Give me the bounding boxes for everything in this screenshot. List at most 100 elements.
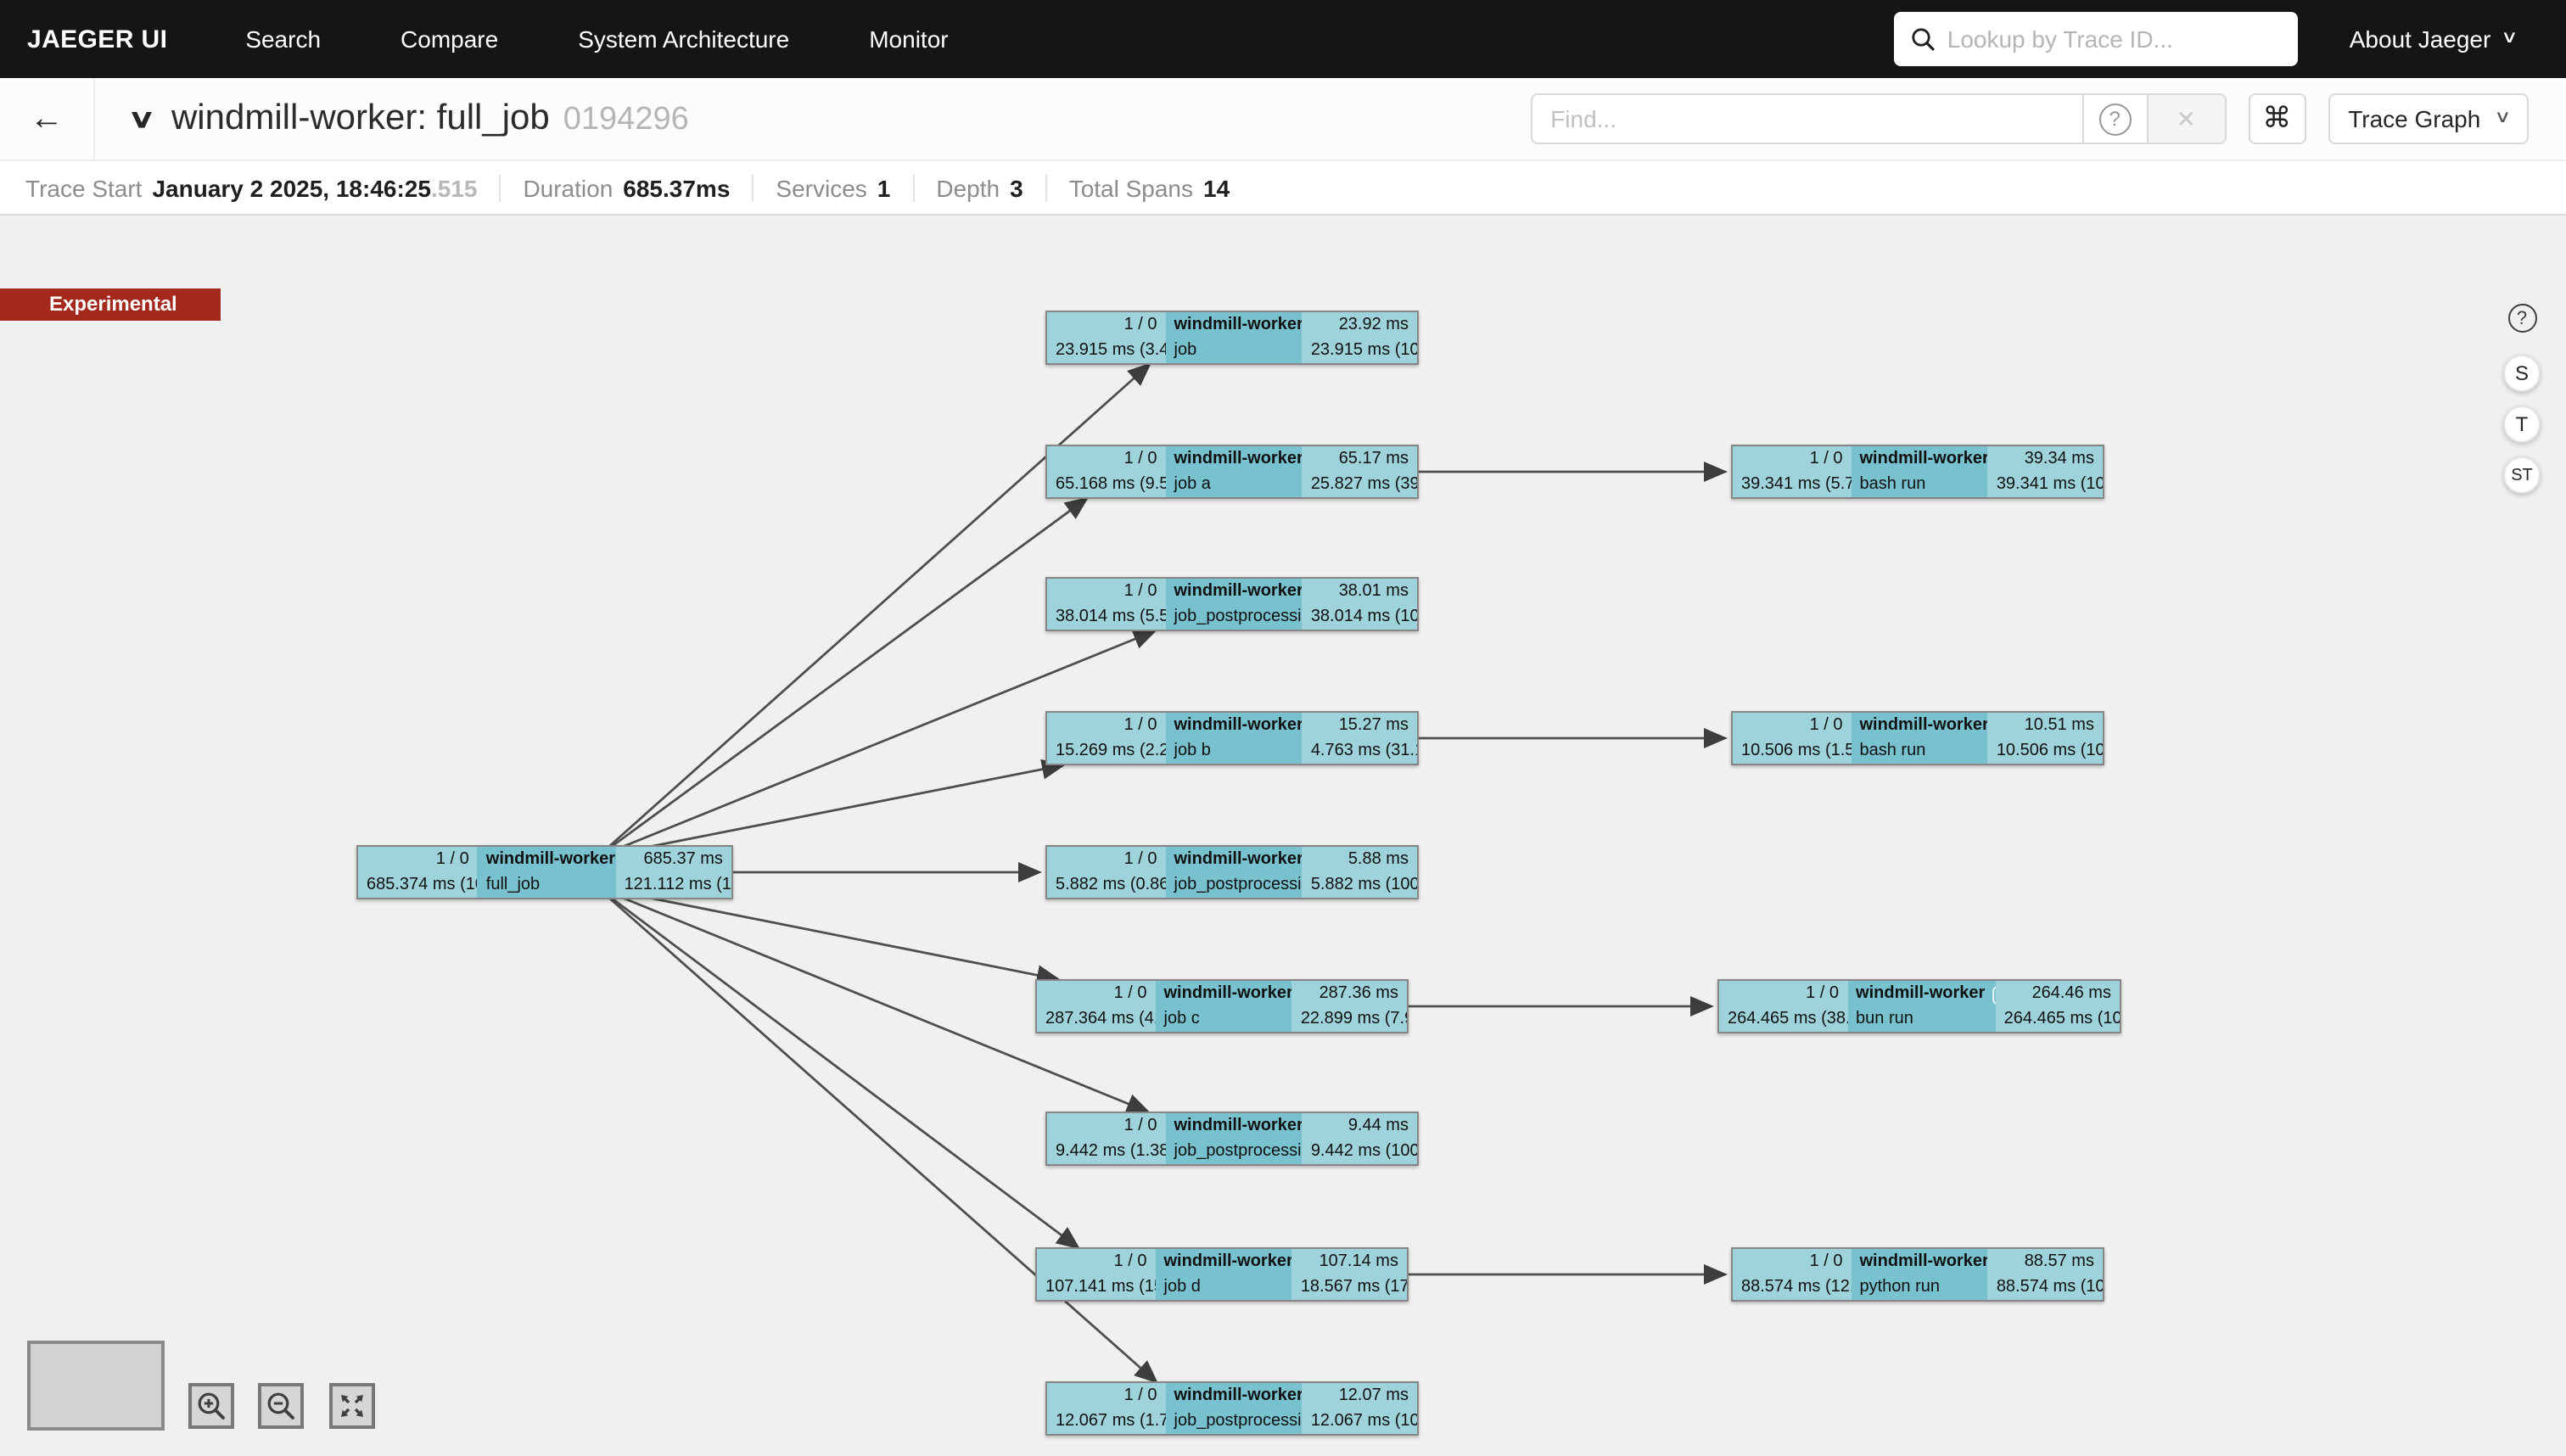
span-node-times: 38.01 ms38.014 ms (100 %) (1303, 579, 1417, 630)
nav-item-monitor[interactable]: Monitor (869, 25, 948, 53)
fit-view-button[interactable] (329, 1383, 375, 1429)
span-node-times: 10.51 ms10.506 ms (100 %) (1988, 713, 2103, 764)
meta-label: Duration (523, 174, 613, 201)
zoom-out-button[interactable] (258, 1383, 304, 1429)
jaeger-ui-app: JAEGER UI Search Compare System Architec… (0, 0, 2566, 1456)
span-node-job-a[interactable]: 1 / 065.168 ms (9.51 %)windmill-workerjo… (1045, 445, 1419, 499)
brand-jaeger-ui[interactable]: JAEGER UI (27, 25, 167, 53)
nav-item-system-architecture[interactable]: System Architecture (578, 25, 789, 53)
meta-services: Services 1 (752, 174, 890, 201)
span-node-main: windmill-workerjob (1166, 312, 1303, 363)
span-service-name: windmill-worker (1174, 446, 1303, 472)
span-node-full_job[interactable]: 1 / 0685.374 ms (100 %)windmill-workerfu… (356, 845, 733, 899)
header-toolbar: ? ✕ ⌘ Trace Graph ∨ (1530, 93, 2566, 144)
span-node-stats: 1 / 065.168 ms (9.51 %) (1047, 446, 1166, 497)
search-icon (1912, 27, 1936, 51)
span-node-main: windmill-workerbun run (1847, 981, 1996, 1032)
span-operation-name: full_job (478, 872, 616, 898)
edge-full_job-to-job-b (597, 765, 1062, 857)
span-node-job-postprocessing-c[interactable]: 1 / 09.442 ms (1.38 %)windmill-workerjob… (1045, 1112, 1419, 1166)
span-node-bun-run[interactable]: 1 / 0264.465 ms (38.59 %)windmill-worker… (1717, 979, 2121, 1033)
span-node-job[interactable]: 1 / 023.915 ms (3.49 %)windmill-workerjo… (1045, 311, 1419, 365)
trace-id: 0194296 (563, 102, 689, 137)
find-clear-button[interactable]: ✕ (2146, 95, 2224, 143)
trace-id-lookup-input[interactable] (1947, 25, 2282, 53)
meta-value: 14 (1203, 174, 1230, 201)
back-arrow-icon: ← (30, 99, 64, 138)
span-node-stats: 1 / 0107.141 ms (15.63 %) (1037, 1249, 1156, 1300)
collapse-chevron-icon[interactable]: ∨ (128, 104, 156, 134)
fullscreen-icon (338, 1392, 367, 1420)
span-node-times: 12.07 ms12.067 ms (100 %) (1303, 1383, 1417, 1434)
meta-value: 3 (1010, 174, 1023, 201)
page-title: windmill-worker: full_job0194296 (171, 98, 689, 139)
span-node-main: windmill-workerjob_postprocessing d (1166, 1383, 1303, 1434)
span-operation-name: job_postprocessing b (1166, 872, 1303, 898)
span-node-job-b[interactable]: 1 / 015.269 ms (2.23 %)windmill-workerjo… (1045, 711, 1419, 765)
span-operation-name: job_postprocessing c (1166, 1139, 1303, 1164)
span-service-name: windmill-worker (1174, 847, 1303, 872)
layout-mode-st-button[interactable]: ST (2503, 456, 2541, 494)
span-node-bash-run-a[interactable]: 1 / 039.341 ms (5.74 %)windmill-workerba… (1731, 445, 2104, 499)
meta-total-spans: Total Spans 14 (1045, 174, 1230, 201)
about-jaeger-label: About Jaeger (2350, 25, 2491, 53)
span-node-times: 39.34 ms39.341 ms (100 %) (1988, 446, 2103, 497)
span-node-stats: 1 / 039.341 ms (5.74 %) (1733, 446, 1852, 497)
span-service-name: windmill-worker (1174, 312, 1303, 338)
span-node-stats: 1 / 0287.364 ms (41.93 %) (1037, 981, 1156, 1032)
nav-item-compare[interactable]: Compare (401, 25, 498, 53)
zoom-out-icon (266, 1392, 295, 1420)
span-node-job-d[interactable]: 1 / 0107.141 ms (15.63 %) windmill-worker… (1035, 1247, 1409, 1302)
graph-minimap[interactable] (27, 1341, 165, 1431)
span-node-job-postprocessing-d[interactable]: 1 / 012.067 ms (1.76 %)windmill-workerjo… (1045, 1381, 1419, 1436)
span-service-name: windmill-worker (1174, 713, 1303, 738)
span-service-name: windmill-worker (1164, 981, 1292, 1006)
meta-label: Total Spans (1069, 174, 1193, 201)
about-jaeger-menu[interactable]: About Jaeger ∨ (2350, 25, 2515, 53)
command-icon: ⌘ (2262, 102, 2291, 136)
back-button[interactable]: ← (0, 78, 95, 160)
span-node-job-postprocessing-b[interactable]: 1 / 05.882 ms (0.86 %)windmill-workerjob… (1045, 845, 1419, 899)
meta-label: Trace Start (25, 174, 142, 201)
trace-meta-bar: Trace Start January 2 2025, 18:46:25.515… (0, 161, 2566, 216)
span-node-main: windmill-workerfull_job (478, 847, 616, 898)
span-operation-name: job (1166, 338, 1303, 363)
zoom-in-icon (197, 1392, 226, 1420)
meta-depth: Depth 3 (912, 174, 1022, 201)
meta-label: Depth (936, 174, 1000, 201)
span-node-times: 107.14 ms18.567 ms (17.33 %) (1292, 1249, 1407, 1300)
meta-trace-start: Trace Start January 2 2025, 18:46:25.515 (25, 174, 477, 201)
zoom-in-button[interactable] (188, 1383, 234, 1429)
view-mode-select[interactable]: Trace Graph ∨ (2328, 93, 2529, 144)
find-input[interactable] (1532, 95, 2081, 143)
nav-item-search[interactable]: Search (245, 25, 321, 53)
trace-graph-canvas[interactable]: 1 / 0685.374 ms (100 %)windmill-workerfu… (0, 216, 2566, 1456)
span-service-name: windmill-worker (1860, 1249, 1988, 1274)
span-service-name: windmill-worker (1164, 1249, 1292, 1274)
view-mode-value: Trace Graph (2348, 105, 2480, 132)
span-operation-name: job b (1166, 738, 1303, 764)
span-operation-name: python run (1852, 1274, 1988, 1300)
span-node-main: windmill-workerjob c (1156, 981, 1292, 1032)
span-operation-name: bun run (1847, 1006, 1996, 1032)
span-node-job-c[interactable]: 1 / 0287.364 ms (41.93 %)windmill-worker… (1035, 979, 1409, 1033)
find-help-button[interactable]: ? (2081, 95, 2146, 143)
span-node-main: windmill-workerjob_postprocessing b (1166, 847, 1303, 898)
span-service-name: windmill-worker (1860, 446, 1988, 472)
trace-header: ← ∨ windmill-worker: full_job0194296 ? ✕… (0, 78, 2566, 161)
chevron-down-icon: ∨ (2493, 110, 2511, 127)
span-node-times: 23.92 ms23.915 ms (100 %) (1303, 312, 1417, 363)
span-node-job-postprocessing-a[interactable]: 1 / 038.014 ms (5.55 %)windmill-workerjo… (1045, 577, 1419, 631)
span-node-stats: 1 / 09.442 ms (1.38 %) (1047, 1113, 1166, 1164)
keyboard-shortcuts-button[interactable]: ⌘ (2248, 93, 2305, 144)
graph-help-button[interactable]: ? (2507, 304, 2536, 333)
span-operation-name: job d (1156, 1274, 1292, 1300)
span-service-name: windmill-worker (486, 847, 615, 872)
layout-controls: ? S T ST (2503, 304, 2541, 494)
experimental-badge: Experimental (0, 288, 221, 321)
span-node-times: 685.37 ms121.112 ms (17.67 %) (616, 847, 731, 898)
span-node-python-run[interactable]: 1 / 088.574 ms (12.92 %)windmill-workerp… (1731, 1247, 2104, 1302)
layout-mode-t-button[interactable]: T (2503, 406, 2541, 443)
span-node-bash-run-b[interactable]: 1 / 010.506 ms (1.53 %)windmill-workerba… (1731, 711, 2104, 765)
layout-mode-s-button[interactable]: S (2503, 355, 2541, 392)
